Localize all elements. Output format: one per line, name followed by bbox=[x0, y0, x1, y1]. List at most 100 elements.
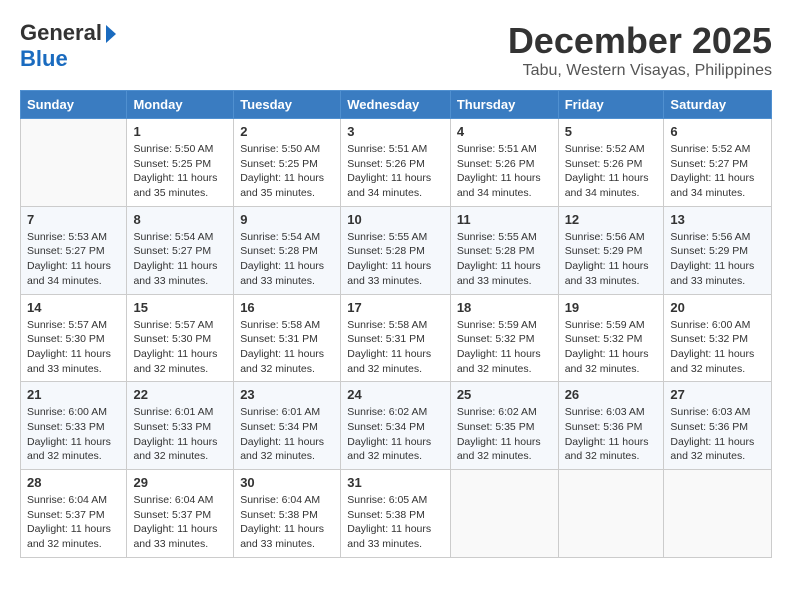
calendar-cell: 19 Sunrise: 5:59 AMSunset: 5:32 PMDayligh… bbox=[558, 294, 664, 382]
day-number: 9 bbox=[240, 212, 334, 227]
calendar-cell: 31Sunrise: 6:05 AMSunset: 5:38 PMDayligh… bbox=[341, 470, 451, 558]
calendar-cell: 23 Sunrise: 6:01 AMSunset: 5:34 PMDayligh… bbox=[234, 382, 341, 470]
day-number: 4 bbox=[457, 124, 552, 139]
day-number: 2 bbox=[240, 124, 334, 139]
day-number: 13 bbox=[670, 212, 765, 227]
calendar-cell: 28 Sunrise: 6:04 AMSunset: 5:37 PMDayligh… bbox=[21, 470, 127, 558]
calendar-cell: 24 Sunrise: 6:02 AMSunset: 5:34 PMDayligh… bbox=[341, 382, 451, 470]
weekday-header-row: SundayMondayTuesdayWednesdayThursdayFrid… bbox=[21, 91, 772, 119]
day-info: Sunrise: 6:04 AMSunset: 5:37 PMDaylight:… bbox=[133, 493, 227, 552]
day-info: Sunrise: 5:58 AMSunset: 5:31 PMDaylight:… bbox=[240, 318, 334, 377]
calendar-week-2: 7 Sunrise: 5:53 AMSunset: 5:27 PMDaylight… bbox=[21, 206, 772, 294]
day-number: 16 bbox=[240, 300, 334, 315]
day-info: Sunrise: 5:55 AMSunset: 5:28 PMDaylight:… bbox=[457, 230, 552, 289]
day-number: 31 bbox=[347, 475, 444, 490]
calendar-cell: 20Sunrise: 6:00 AMSunset: 5:32 PMDayligh… bbox=[664, 294, 772, 382]
day-info: Sunrise: 5:54 AMSunset: 5:27 PMDaylight:… bbox=[133, 230, 227, 289]
day-number: 5 bbox=[565, 124, 658, 139]
day-info: Sunrise: 6:02 AMSunset: 5:35 PMDaylight:… bbox=[457, 405, 552, 464]
weekday-header-sunday: Sunday bbox=[21, 91, 127, 119]
day-number: 18 bbox=[457, 300, 552, 315]
day-number: 3 bbox=[347, 124, 444, 139]
day-number: 1 bbox=[133, 124, 227, 139]
calendar-cell: 26Sunrise: 6:03 AMSunset: 5:36 PMDayligh… bbox=[558, 382, 664, 470]
day-number: 11 bbox=[457, 212, 552, 227]
weekday-header-wednesday: Wednesday bbox=[341, 91, 451, 119]
calendar-cell bbox=[450, 470, 558, 558]
calendar-cell: 12Sunrise: 5:56 AMSunset: 5:29 PMDayligh… bbox=[558, 206, 664, 294]
day-info: Sunrise: 5:52 AMSunset: 5:27 PMDaylight:… bbox=[670, 142, 765, 201]
calendar-cell: 15Sunrise: 5:57 AMSunset: 5:30 PMDayligh… bbox=[127, 294, 234, 382]
calendar-cell: 7 Sunrise: 5:53 AMSunset: 5:27 PMDaylight… bbox=[21, 206, 127, 294]
day-number: 15 bbox=[133, 300, 227, 315]
day-info: Sunrise: 5:56 AMSunset: 5:29 PMDaylight:… bbox=[670, 230, 765, 289]
calendar-cell: 6 Sunrise: 5:52 AMSunset: 5:27 PMDaylight… bbox=[664, 119, 772, 207]
weekday-header-tuesday: Tuesday bbox=[234, 91, 341, 119]
calendar-week-4: 21Sunrise: 6:00 AMSunset: 5:33 PMDayligh… bbox=[21, 382, 772, 470]
day-info: Sunrise: 5:53 AMSunset: 5:27 PMDaylight:… bbox=[27, 230, 120, 289]
calendar-cell: 25 Sunrise: 6:02 AMSunset: 5:35 PMDayligh… bbox=[450, 382, 558, 470]
day-number: 30 bbox=[240, 475, 334, 490]
calendar-cell bbox=[558, 470, 664, 558]
day-info: Sunrise: 5:51 AMSunset: 5:26 PMDaylight:… bbox=[457, 142, 552, 201]
calendar-body: 1 Sunrise: 5:50 AMSunset: 5:25 PMDaylight… bbox=[21, 119, 772, 558]
calendar-cell: 14 Sunrise: 5:57 AMSunset: 5:30 PMDayligh… bbox=[21, 294, 127, 382]
calendar-week-3: 14 Sunrise: 5:57 AMSunset: 5:30 PMDayligh… bbox=[21, 294, 772, 382]
calendar-cell: 1 Sunrise: 5:50 AMSunset: 5:25 PMDaylight… bbox=[127, 119, 234, 207]
day-info: Sunrise: 6:01 AMSunset: 5:33 PMDaylight:… bbox=[133, 405, 227, 464]
day-info: Sunrise: 5:52 AMSunset: 5:26 PMDaylight:… bbox=[565, 142, 658, 201]
day-number: 29 bbox=[133, 475, 227, 490]
calendar-cell: 4 Sunrise: 5:51 AMSunset: 5:26 PMDaylight… bbox=[450, 119, 558, 207]
day-info: Sunrise: 5:58 AMSunset: 5:31 PMDaylight:… bbox=[347, 318, 444, 377]
day-number: 19 bbox=[565, 300, 658, 315]
month-title: December 2025 bbox=[508, 20, 772, 62]
day-info: Sunrise: 6:04 AMSunset: 5:37 PMDaylight:… bbox=[27, 493, 120, 552]
day-number: 8 bbox=[133, 212, 227, 227]
day-number: 28 bbox=[27, 475, 120, 490]
calendar-cell: 30 Sunrise: 6:04 AMSunset: 5:38 PMDayligh… bbox=[234, 470, 341, 558]
day-number: 23 bbox=[240, 387, 334, 402]
calendar-cell bbox=[21, 119, 127, 207]
day-info: Sunrise: 5:51 AMSunset: 5:26 PMDaylight:… bbox=[347, 142, 444, 201]
day-number: 7 bbox=[27, 212, 120, 227]
calendar-cell: 9 Sunrise: 5:54 AMSunset: 5:28 PMDaylight… bbox=[234, 206, 341, 294]
day-info: Sunrise: 6:03 AMSunset: 5:36 PMDaylight:… bbox=[670, 405, 765, 464]
day-number: 24 bbox=[347, 387, 444, 402]
logo-general: General bbox=[20, 20, 102, 45]
calendar-cell: 2 Sunrise: 5:50 AMSunset: 5:25 PMDaylight… bbox=[234, 119, 341, 207]
day-number: 14 bbox=[27, 300, 120, 315]
calendar-cell: 17 Sunrise: 5:58 AMSunset: 5:31 PMDayligh… bbox=[341, 294, 451, 382]
weekday-header-friday: Friday bbox=[558, 91, 664, 119]
day-info: Sunrise: 6:04 AMSunset: 5:38 PMDaylight:… bbox=[240, 493, 334, 552]
day-info: Sunrise: 6:02 AMSunset: 5:34 PMDaylight:… bbox=[347, 405, 444, 464]
day-number: 22 bbox=[133, 387, 227, 402]
day-info: Sunrise: 5:50 AMSunset: 5:25 PMDaylight:… bbox=[240, 142, 334, 201]
logo-blue: Blue bbox=[20, 46, 68, 72]
day-info: Sunrise: 5:54 AMSunset: 5:28 PMDaylight:… bbox=[240, 230, 334, 289]
calendar-cell: 21Sunrise: 6:00 AMSunset: 5:33 PMDayligh… bbox=[21, 382, 127, 470]
calendar-cell: 22 Sunrise: 6:01 AMSunset: 5:33 PMDayligh… bbox=[127, 382, 234, 470]
day-info: Sunrise: 6:01 AMSunset: 5:34 PMDaylight:… bbox=[240, 405, 334, 464]
calendar-cell: 16 Sunrise: 5:58 AMSunset: 5:31 PMDayligh… bbox=[234, 294, 341, 382]
weekday-header-saturday: Saturday bbox=[664, 91, 772, 119]
day-info: Sunrise: 5:57 AMSunset: 5:30 PMDaylight:… bbox=[27, 318, 120, 377]
calendar-cell: 8 Sunrise: 5:54 AMSunset: 5:27 PMDaylight… bbox=[127, 206, 234, 294]
calendar-cell: 13 Sunrise: 5:56 AMSunset: 5:29 PMDayligh… bbox=[664, 206, 772, 294]
calendar-week-1: 1 Sunrise: 5:50 AMSunset: 5:25 PMDaylight… bbox=[21, 119, 772, 207]
day-info: Sunrise: 5:59 AMSunset: 5:32 PMDaylight:… bbox=[565, 318, 658, 377]
day-info: Sunrise: 6:00 AMSunset: 5:33 PMDaylight:… bbox=[27, 405, 120, 464]
day-number: 10 bbox=[347, 212, 444, 227]
day-number: 26 bbox=[565, 387, 658, 402]
calendar-cell bbox=[664, 470, 772, 558]
day-number: 6 bbox=[670, 124, 765, 139]
day-number: 17 bbox=[347, 300, 444, 315]
weekday-header-monday: Monday bbox=[127, 91, 234, 119]
calendar-cell: 10Sunrise: 5:55 AMSunset: 5:28 PMDayligh… bbox=[341, 206, 451, 294]
day-info: Sunrise: 5:50 AMSunset: 5:25 PMDaylight:… bbox=[133, 142, 227, 201]
weekday-header-thursday: Thursday bbox=[450, 91, 558, 119]
calendar-week-5: 28 Sunrise: 6:04 AMSunset: 5:37 PMDayligh… bbox=[21, 470, 772, 558]
calendar-cell: 18Sunrise: 5:59 AMSunset: 5:32 PMDayligh… bbox=[450, 294, 558, 382]
title-area: December 2025 Tabu, Western Visayas, Phi… bbox=[508, 20, 772, 80]
day-number: 25 bbox=[457, 387, 552, 402]
logo: General Blue bbox=[20, 20, 116, 73]
